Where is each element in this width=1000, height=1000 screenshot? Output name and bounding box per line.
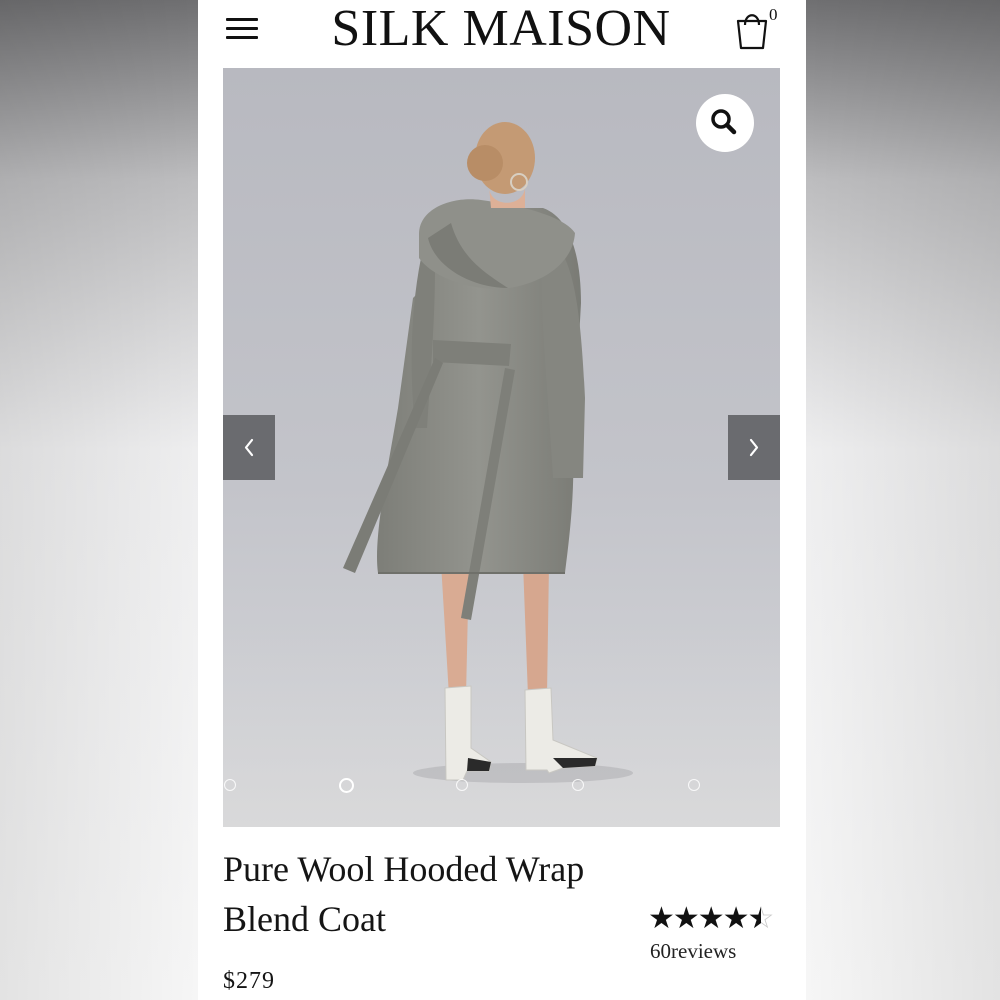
carousel-dot-3[interactable] — [456, 779, 468, 791]
reviews-link[interactable]: 60reviews — [650, 938, 736, 964]
magnifier-icon — [711, 109, 737, 135]
zoom-button[interactable] — [696, 94, 754, 152]
shopping-bag-icon[interactable]: 0 — [732, 6, 780, 52]
chevron-right-icon — [749, 438, 759, 457]
chevron-left-icon — [244, 438, 254, 457]
hamburger-menu-icon[interactable] — [224, 14, 260, 44]
product-title: Pure Wool Hooded Wrap Blend Coat — [223, 849, 585, 939]
previous-image-button[interactable] — [223, 415, 275, 480]
left-backdrop — [0, 0, 198, 1000]
rating-stars: ★★★★☆ ★ — [648, 902, 775, 935]
next-image-button[interactable] — [728, 415, 780, 480]
half-star-icon: ☆ ★ — [747, 902, 775, 935]
site-header: SILK MAISON 0 — [198, 0, 806, 62]
carousel-dot-5[interactable] — [688, 779, 700, 791]
carousel-dot-2[interactable] — [339, 778, 354, 793]
brand-logo[interactable]: SILK MAISON — [316, 0, 686, 58]
product-price: $279 — [223, 968, 275, 994]
star-rating: ★★★★☆ ★ — [648, 904, 788, 934]
carousel-dot-4[interactable] — [572, 779, 584, 791]
product-photo — [223, 122, 780, 827]
right-backdrop — [806, 0, 1000, 1000]
mobile-page: SILK MAISON 0 Pure Wool Hooded Wrap Blen… — [198, 0, 806, 1000]
product-image-gallery[interactable] — [223, 68, 780, 827]
carousel-dot-1[interactable] — [224, 779, 236, 791]
cart-count: 0 — [769, 5, 778, 24]
